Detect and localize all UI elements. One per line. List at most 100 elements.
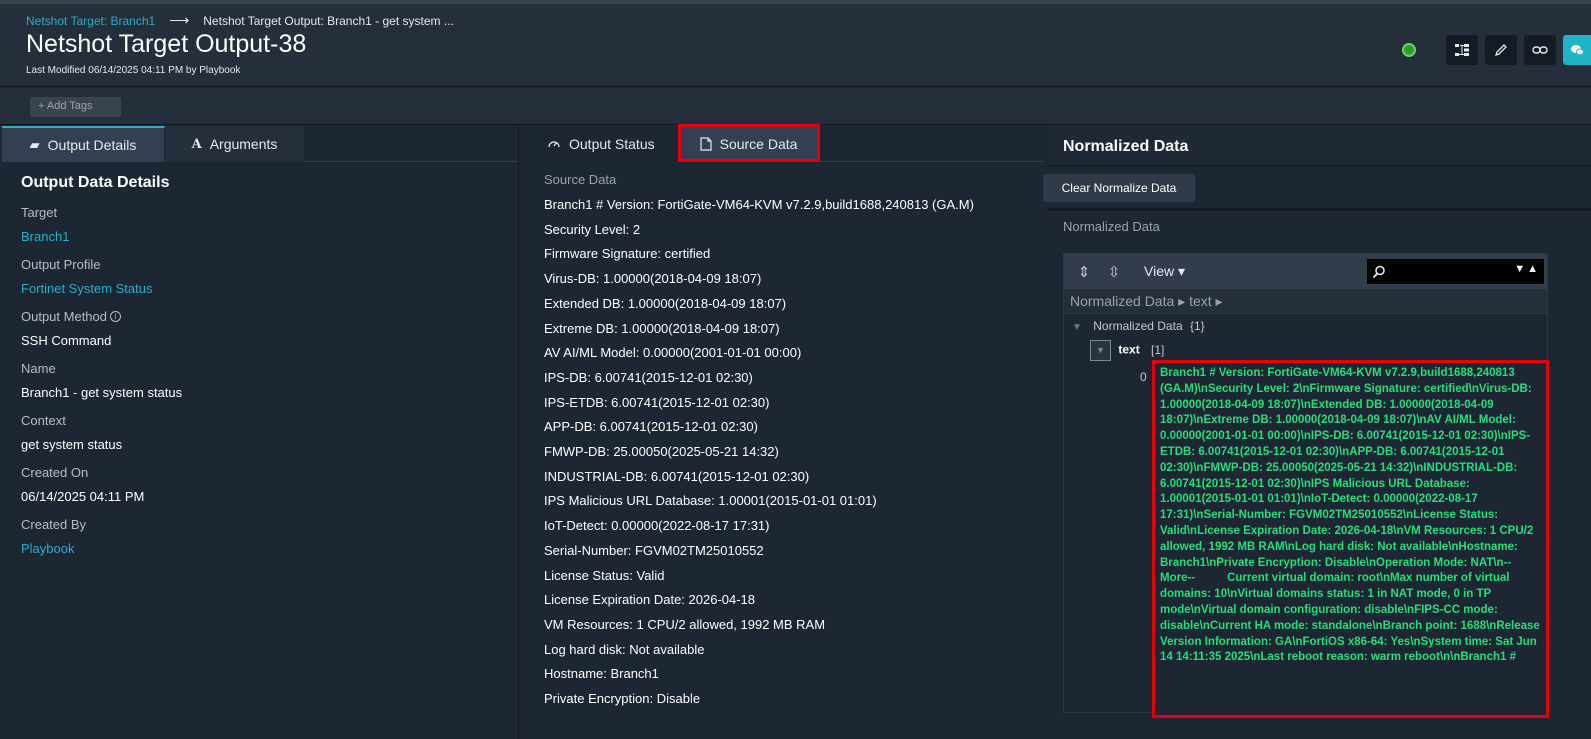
source-line: IPS-DB: 6.00741(2015-12-01 02:30) xyxy=(544,369,753,385)
source-line: IPS-ETDB: 6.00741(2015-12-01 02:30) xyxy=(544,394,770,410)
source-line: Private Encryption: Disable xyxy=(544,691,701,707)
source-data-text: Branch1 # Version: FortiGate-VM64-KVM v7… xyxy=(544,193,984,712)
tree-text-node[interactable]: ▼ text [1] xyxy=(1090,340,1164,361)
array-index: 0 xyxy=(1140,370,1147,384)
pencil-icon xyxy=(1494,44,1507,57)
json-path-breadcrumb: Normalized Data ▸ text ▸ xyxy=(1064,289,1547,314)
child-count: [1] xyxy=(1151,342,1165,357)
collapse-triangle-icon[interactable]: ▼ xyxy=(1072,322,1082,333)
page-title: Netshot Target Output-38 xyxy=(26,30,307,58)
edit-button[interactable] xyxy=(1485,35,1517,65)
breadcrumb-current: Netshot Target Output: Branch1 - get sys… xyxy=(203,13,454,28)
target-link[interactable]: Branch1 xyxy=(21,229,518,244)
divider xyxy=(1048,208,1591,211)
field-label: Output Profile xyxy=(21,257,101,272)
tag-bar: + Add Tags xyxy=(0,88,1591,125)
field-output-method: Output Method i SSH Command xyxy=(21,309,518,348)
source-line: Branch1 # Version: FortiGate-VM64-KVM v7… xyxy=(544,197,974,212)
chat-icon xyxy=(1571,45,1584,56)
field-target: Target Branch1 xyxy=(21,205,518,244)
letter-a-icon: A xyxy=(191,136,202,152)
source-line: INDUSTRIAL-DB: 6.00741(2015-12-01 02:30) xyxy=(544,468,810,484)
source-line: IoT-Detect: 0.00000(2022-08-17 17:31) xyxy=(544,518,770,534)
field-label: Name xyxy=(21,361,56,376)
source-line: Security Level: 2 xyxy=(544,221,641,237)
header-actions xyxy=(1402,35,1591,65)
link-button[interactable] xyxy=(1524,35,1556,65)
tab-arguments[interactable]: A Arguments xyxy=(165,126,305,162)
source-line: FMWP-DB: 25.00050(2025-05-21 14:32) xyxy=(544,444,779,460)
normalized-data-panel: Normalized Data Clear Normalize Data Nor… xyxy=(1043,126,1591,739)
created-by-link[interactable]: Playbook xyxy=(21,541,518,556)
json-string-value[interactable]: Branch1 # Version: FortiGate-VM64-KVM v7… xyxy=(1152,360,1549,718)
status-indicator-icon xyxy=(1402,43,1416,57)
search-icon xyxy=(1372,265,1385,278)
left-tabs: ▰ Output Details A Arguments xyxy=(2,126,518,162)
collapse-toggle-icon[interactable]: ▼ xyxy=(1090,340,1111,361)
field-value: get system status xyxy=(21,437,123,452)
tab-label: Output Details xyxy=(47,137,137,153)
collapse-all-icon[interactable]: ⇳ xyxy=(1104,263,1124,281)
breadcrumb-arrow-icon: ⟶ xyxy=(169,12,190,28)
normalized-data-title: Normalized Data xyxy=(1048,126,1591,166)
add-tags-input[interactable]: + Add Tags xyxy=(30,97,121,117)
normalized-data-label: Normalized Data xyxy=(1063,219,1160,234)
field-value: SSH Command xyxy=(21,333,112,348)
child-key: text xyxy=(1118,342,1140,357)
gauge-icon xyxy=(548,141,560,148)
tab-label: Arguments xyxy=(209,136,278,152)
tab-source-data[interactable]: Source Data xyxy=(677,124,821,162)
field-created-by: Created By Playbook xyxy=(21,517,518,556)
source-line: IPS Malicious URL Database: 1.00001(2015… xyxy=(544,493,877,509)
source-line: Extended DB: 1.00000(2018-04-09 18:07) xyxy=(544,295,787,311)
book-icon: ▰ xyxy=(29,137,40,152)
root-key: Normalized Data xyxy=(1093,319,1183,333)
json-viewer-toolbar: ⇕ ⇳ View ▾ ▼▲ xyxy=(1064,254,1547,289)
output-profile-link[interactable]: Fortinet System Status xyxy=(21,281,518,296)
field-label: Created By xyxy=(21,517,87,532)
field-value: 06/14/2025 04:11 PM xyxy=(21,489,145,504)
link-icon xyxy=(1532,46,1548,54)
view-menu-button[interactable]: View ▾ xyxy=(1144,263,1185,280)
json-viewer: ⇕ ⇳ View ▾ ▼▲ Normalized Data ▸ text ▸ ▼… xyxy=(1063,253,1549,718)
tree-root-node[interactable]: ▼ Normalized Data {1} xyxy=(1072,319,1205,333)
source-line: License Expiration Date: 2026-04-18 xyxy=(544,592,756,608)
chat-button[interactable] xyxy=(1563,35,1591,65)
tab-label: Source Data xyxy=(719,136,798,152)
breadcrumb: Netshot Target: Branch1 ⟶ Netshot Target… xyxy=(26,12,454,29)
field-name: Name Branch1 - get system status xyxy=(21,361,518,400)
source-line: APP-DB: 6.00741(2015-12-01 02:30) xyxy=(544,419,758,435)
expand-all-icon[interactable]: ⇕ xyxy=(1074,263,1094,281)
source-line: Extreme DB: 1.00000(2018-04-09 18:07) xyxy=(544,320,780,336)
clear-normalize-data-button[interactable]: Clear Normalize Data xyxy=(1043,174,1195,202)
middle-tabs: Output Status Source Data xyxy=(525,124,1043,162)
breadcrumb-parent-link[interactable]: Netshot Target: Branch1 xyxy=(26,14,155,28)
field-context: Context get system status xyxy=(21,413,518,452)
source-line: VM Resources: 1 CPU/2 allowed, 1992 MB R… xyxy=(544,616,826,632)
field-label: Created On xyxy=(21,465,89,480)
field-label-text: Output Method xyxy=(21,309,107,324)
output-details-panel: ▰ Output Details A Arguments Output Data… xyxy=(2,126,519,739)
document-icon xyxy=(700,137,712,151)
source-line: Firmware Signature: certified xyxy=(544,246,711,262)
tab-output-details[interactable]: ▰ Output Details xyxy=(2,126,165,162)
source-line: Hostname: Branch1 xyxy=(544,666,659,682)
source-data-label: Source Data xyxy=(544,172,617,187)
source-line: Serial-Number: FGVM02TM25010552 xyxy=(544,542,764,558)
field-label: Target xyxy=(21,205,58,220)
field-value: Branch1 - get system status xyxy=(21,385,183,400)
tab-output-status[interactable]: Output Status xyxy=(525,126,678,162)
search-nav-arrows-icon[interactable]: ▼▲ xyxy=(1514,263,1540,275)
source-line: Virus-DB: 1.00000(2018-04-09 18:07) xyxy=(544,271,762,287)
field-output-profile: Output Profile Fortinet System Status xyxy=(21,257,518,296)
root-count: {1} xyxy=(1189,319,1205,333)
field-created-on: Created On 06/14/2025 04:11 PM xyxy=(21,465,518,504)
info-icon[interactable]: i xyxy=(110,311,121,322)
last-modified: Last Modified 06/14/2025 04:11 PM by Pla… xyxy=(26,65,241,76)
source-line: AV AI/ML Model: 0.00000(2001-01-01 00:00… xyxy=(544,345,802,361)
section-title: Output Data Details xyxy=(21,174,170,191)
source-line: Log hard disk: Not available xyxy=(544,641,705,657)
hierarchy-button[interactable] xyxy=(1446,35,1478,65)
field-label: Output Method i xyxy=(21,309,518,324)
json-search-input[interactable]: ▼▲ xyxy=(1367,259,1544,284)
